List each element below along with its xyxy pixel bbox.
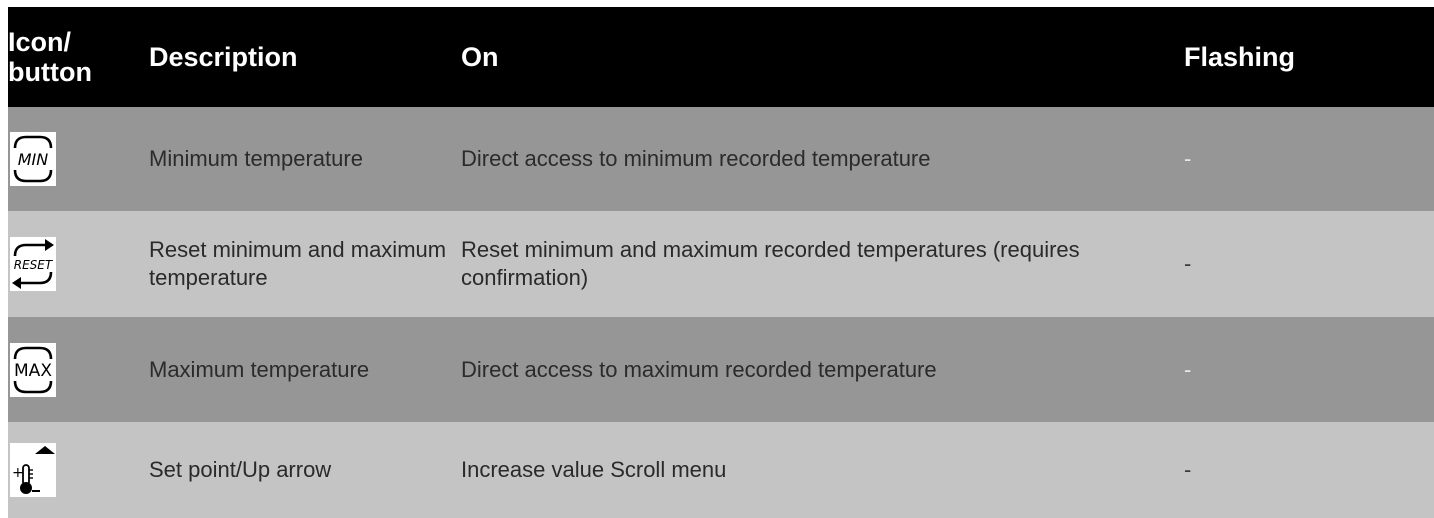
table-row: + Set point/Up arrow Increase value Scro…: [8, 422, 1434, 518]
header-description: Description: [149, 42, 298, 72]
icon-button-table: Icon/ button Description On Flashing MIN…: [8, 7, 1434, 518]
row-on: Increase value Scroll menu: [461, 457, 727, 482]
table-header-row: Icon/ button Description On Flashing: [8, 7, 1434, 107]
row-description: Reset minimum and maximum temperature: [149, 237, 447, 290]
icon-cell: +: [8, 422, 140, 518]
row-on: Direct access to maximum recorded temper…: [461, 356, 937, 382]
svg-text:MIN: MIN: [18, 150, 49, 169]
icon-cell: MAX: [8, 317, 140, 422]
table-row: RESET Reset minimum and maximum temperat…: [8, 211, 1434, 317]
row-flashing: -: [1184, 251, 1192, 276]
setpoint-up-arrow-icon[interactable]: +: [10, 443, 56, 497]
max-icon[interactable]: MAX: [10, 342, 56, 397]
row-flashing: -: [1184, 457, 1192, 482]
table-row: MIN Minimum temperature Direct access to…: [8, 107, 1434, 211]
icon-cell: MIN: [8, 107, 140, 211]
header-icon-button: Icon/ button: [8, 7, 140, 107]
row-on: Reset minimum and maximum recorded tempe…: [461, 237, 1080, 290]
svg-text:RESET: RESET: [14, 258, 54, 272]
icon-cell: RESET: [8, 211, 140, 317]
min-icon[interactable]: MIN: [10, 132, 56, 186]
svg-text:MAX: MAX: [14, 361, 52, 381]
row-on: Direct access to minimum recorded temper…: [461, 146, 931, 171]
row-flashing: -: [1184, 356, 1192, 382]
row-description: Set point/Up arrow: [149, 457, 332, 482]
table-row: MAX Maximum temperature Direct access to…: [8, 317, 1434, 422]
reset-icon[interactable]: RESET: [10, 237, 56, 291]
header-flashing: Flashing: [1184, 42, 1296, 72]
header-on: On: [461, 42, 499, 72]
row-flashing: -: [1184, 146, 1192, 171]
row-description: Maximum temperature: [149, 356, 370, 382]
row-description: Minimum temperature: [149, 146, 363, 171]
svg-text:+: +: [12, 465, 24, 481]
header-icon-label: Icon/ button: [8, 27, 92, 87]
